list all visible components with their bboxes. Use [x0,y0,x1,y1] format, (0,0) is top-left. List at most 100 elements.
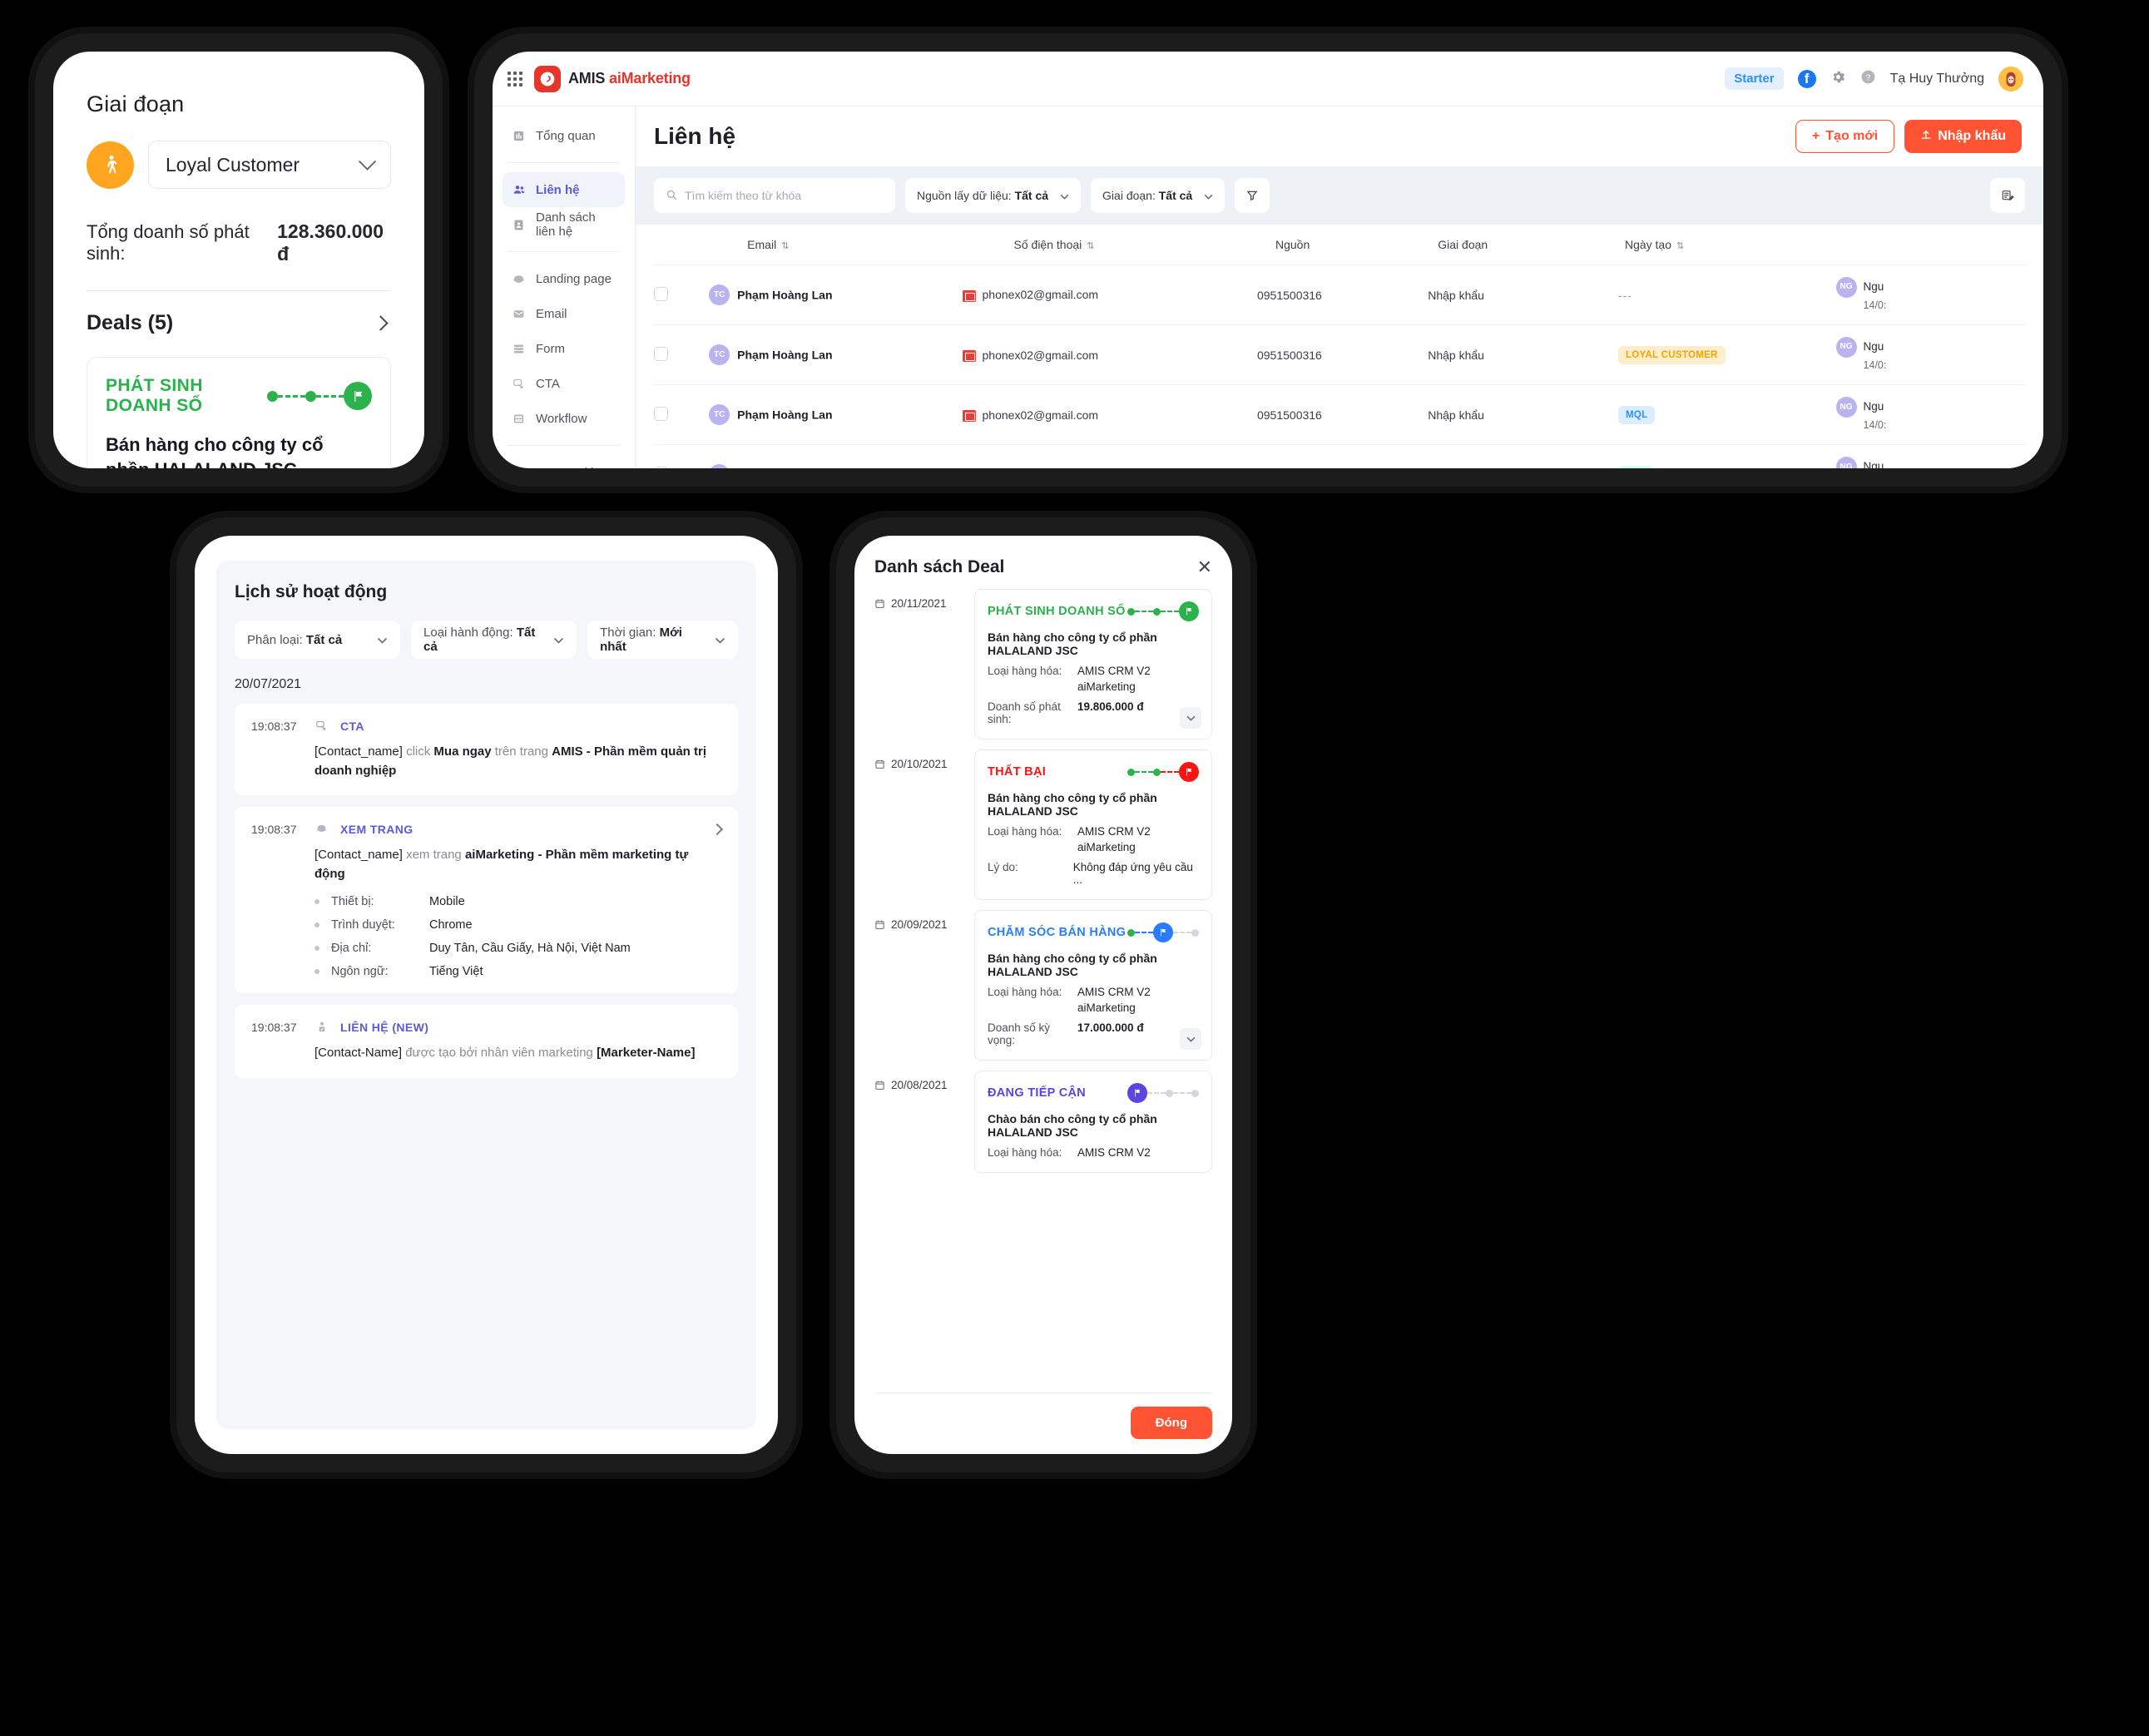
deal-product-label: Loại hàng hóa: [988,1146,1062,1159]
deal-card[interactable]: CHĂM SÓC BÁN HÀNG Bán hàng cho công ty cổ… [974,910,1212,1061]
plan-badge[interactable]: Starter [1725,67,1784,90]
deal-card[interactable]: PHÁT SINH DOANH SỐ Bán hàng cho công ty c… [974,589,1212,739]
row-checkbox[interactable] [654,265,701,326]
sidebar-item-lien-he[interactable]: Liên hệ [503,172,625,207]
sidebar-item-danh-sach-lien-he[interactable]: Danh sách liên hệ [503,207,625,242]
activity-filters: Phân loại: Tất cả Loại hành động: Tất cả… [235,621,738,659]
device-frame-activity-card: Lịch sử hoạt động Phân loại: Tất cả Loại… [176,517,796,1472]
row-checkbox[interactable] [654,444,701,468]
deal-product-value-2: aiMarketing [1077,841,1136,853]
deal-row: 20/09/2021 CHĂM SÓC BÁN HÀNG Bán hàng cho … [874,910,1212,1061]
cell-source: Nhập khẩu [1413,444,1597,468]
time-filter-label: Thời gian: [600,626,656,640]
avatar: NG [1835,397,1857,418]
sidebar-item-form[interactable]: Form [503,331,625,366]
deal-date-text: 20/11/2021 [891,597,947,610]
activity-item[interactable]: 19:08:37 CTA [Contact_name] click Mua ngay… [235,704,738,795]
deal-product-value: AMIS CRM V2 [1077,665,1151,677]
avatar: NG [1835,277,1857,298]
app-grid-icon[interactable] [508,71,522,87]
column-settings-icon[interactable] [1990,178,2025,213]
table-row[interactable]: TCPhạm Hoàng Lanphonex02@gmail.com095150… [654,444,2025,468]
stage-select[interactable]: Loyal Customer [148,141,391,189]
brand-name-accent: aiMarketing [609,70,691,87]
sidebar-item-cta[interactable]: CTA [503,366,625,401]
deal-card[interactable]: PHÁT SINH DOANH SỐ Bán hàng cho công ty … [87,357,391,468]
cell-email: phonex02@gmail.com [962,265,1257,326]
facebook-icon[interactable]: f [1797,69,1816,88]
import-button[interactable]: Nhập khẩu [1904,120,2022,153]
sidebar-item-label: Danh sách liên hệ [536,210,596,239]
cell-source: Nhập khẩu [1413,384,1597,446]
sidebar-item-label: Landing page [536,271,612,286]
th-email[interactable]: Email ⇅ [701,225,963,265]
action-type-filter-select[interactable]: Loại hành động: Tất cả [411,621,577,659]
sidebar-item-url-tracking[interactable]: URL tracking [503,455,625,468]
deals-count-label: Deals (5) [87,311,174,334]
deal-stage-label: PHÁT SINH DOANH SỐ [988,605,1126,618]
avatar: TC [709,284,730,306]
source-filter-select[interactable]: Nguồn lấy dữ liệu: Tất cả [905,178,1082,213]
chevron-right-icon[interactable] [711,823,724,835]
contact-new-icon [314,1020,329,1034]
table-row[interactable]: TCPhạm Hoàng Lanphonex02@gmail.com095150… [654,265,2025,326]
deal-date-text: 20/08/2021 [891,1079,948,1091]
activity-item[interactable]: 19:08:37 XEM TRANG [Contact_name] xem tran… [235,807,738,993]
contacts-table-wrapper[interactable]: Email ⇅ Số điện thoại ⇅ Nguồn Giai đoạn Ng… [636,225,2043,468]
expand-button[interactable] [1180,1028,1201,1050]
cell-source: Nhập khẩu [1413,324,1597,386]
sidebar-item-landing-page[interactable]: Landing page [503,261,625,296]
stage-filter-label: Giai đoạn: [1102,189,1156,202]
deal-stage-label: THẤT BẠI [988,765,1047,779]
deal-metric-row: Lý do: Không đáp ứng yêu cầu ... [988,861,1199,886]
deal-card[interactable]: ĐANG TIẾP CẬN Chào bán cho công ty cổ phầ… [974,1071,1212,1173]
activity-date-group: 20/07/2021 [235,677,302,691]
expand-button[interactable] [1180,707,1201,729]
gear-icon[interactable] [1830,69,1846,89]
deal-stage-label: CHĂM SÓC BÁN HÀNG [988,926,1126,939]
cell-email: phonex02@gmail.com [962,324,1257,386]
deal-card[interactable]: THẤT BẠI Bán hàng cho công ty cổ phần HAL… [974,749,1212,900]
cell-phone: 0951500316 [1256,444,1414,468]
activity-description: [Contact_name] click Mua ngay trên trang… [314,744,706,778]
close-icon[interactable]: ✕ [1197,558,1212,576]
sidebar-item-email[interactable]: Email [503,296,625,331]
row-checkbox[interactable] [654,324,701,386]
search-input[interactable]: Tìm kiếm theo từ khóa [654,178,895,213]
cell-email: phonex02@gmail.com [962,384,1257,446]
deals-section-header[interactable]: Deals (5) [87,311,391,335]
stage-filter-select[interactable]: Giai đoạn: Tất cả [1091,178,1226,213]
deal-product-value: AMIS CRM V2 [1077,1146,1151,1159]
close-button[interactable]: Đóng [1130,1407,1212,1439]
th-phone[interactable]: Số điện thoại ⇅ [962,225,1257,265]
th-created[interactable]: Ngày tạo ⇅ [1596,225,1836,265]
sidebar-item-tong-quan[interactable]: Tổng quan [503,118,625,153]
deal-list-footer: Đóng [874,1392,1212,1454]
device-frame-contacts-app: AMIS aiMarketing Starter f ? Tạ Huy Thưở… [474,33,2062,487]
deal-name: Bán hàng cho công ty cổ phần HALALAND JS… [988,791,1157,818]
stage-select-value: Loyal Customer [166,153,300,176]
user-avatar-icon[interactable] [1998,66,2023,91]
deal-list-header: Danh sách Deal ✕ [874,557,1212,577]
question-circle-icon[interactable]: ? [1860,69,1876,89]
activity-item-header: 19:08:37 CTA [251,719,721,733]
contacts-table: Email ⇅ Số điện thoại ⇅ Nguồn Giai đoạn Ng… [654,225,2025,468]
row-checkbox[interactable] [654,384,701,446]
time-filter-select[interactable]: Thời gian: Mới nhất [587,621,738,659]
deal-product-value-2: aiMarketing [1077,680,1136,693]
deal-product-label: Loại hàng hóa: [988,665,1062,677]
sidebar-item-workflow[interactable]: Workflow [503,401,625,436]
create-new-button[interactable]: + Tạo mới [1795,120,1895,153]
app-topbar: AMIS aiMarketing Starter f ? Tạ Huy Thưở… [493,52,2043,106]
table-row[interactable]: TCPhạm Hoàng Lanphonex02@gmail.com095150… [654,324,2025,386]
table-header-row: Email ⇅ Số điện thoại ⇅ Nguồn Giai đoạn Ng… [654,225,2025,265]
device-frame-deal-list-card: Danh sách Deal ✕ 20/11/2021 PHÁT SINH DOA… [836,517,1250,1472]
filter-funnel-icon[interactable] [1235,178,1270,213]
sidebar-item-label: CTA [536,376,560,391]
table-row[interactable]: TCPhạm Hoàng Lanphonex02@gmail.com095150… [654,384,2025,446]
calendar-icon [874,598,885,609]
activity-item[interactable]: 19:08:37 LIÊN HỆ (NEW) [Contact-Name] được… [235,1005,738,1078]
category-filter-select[interactable]: Phân loại: Tất cả [235,621,401,659]
sidebar-item-label: Email [536,306,567,321]
section-title: Lịch sử hoạt động [235,582,388,601]
